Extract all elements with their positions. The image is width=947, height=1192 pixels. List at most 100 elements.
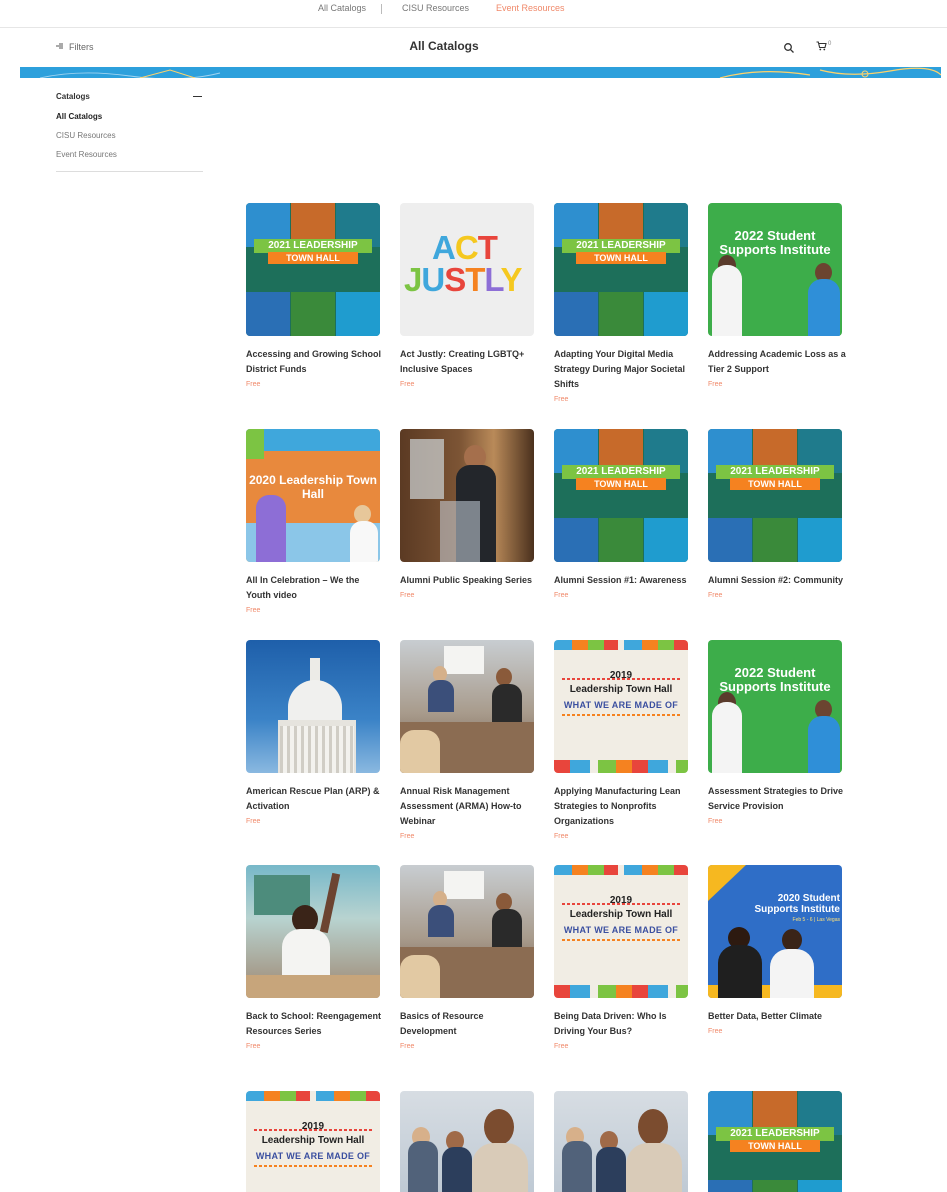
product-thumbnail: 2021 LEADERSHIP TOWN HALL bbox=[246, 203, 380, 336]
product-name[interactable]: Applying Manufacturing Lean Strategies t… bbox=[554, 784, 692, 829]
thumbnail-title-2: TOWN HALL bbox=[730, 1140, 820, 1152]
product-thumbnail bbox=[400, 640, 534, 773]
product-card[interactable]: 2019 Leadership Town Hall WHAT WE ARE MA… bbox=[554, 865, 694, 1050]
cart-icon bbox=[816, 41, 827, 54]
cart-button[interactable]: 0 bbox=[816, 41, 831, 54]
product-price: Free bbox=[400, 592, 415, 599]
product-name[interactable]: Alumni Session #2: Community bbox=[708, 573, 846, 588]
product-price: Free bbox=[400, 833, 415, 840]
catalog-header: Filters All Catalogs 0 bbox=[0, 28, 947, 67]
top-tab-cisu-resources[interactable]: CISU Resources bbox=[402, 3, 469, 13]
product-price: Free bbox=[708, 381, 723, 388]
product-name[interactable]: American Rescue Plan (ARP) & Activation bbox=[246, 784, 384, 814]
product-price: Free bbox=[708, 1028, 723, 1035]
sidebar-divider bbox=[56, 171, 203, 172]
product-card[interactable]: 2020 Student Supports Institute Feb 5 - … bbox=[708, 865, 848, 1035]
product-card[interactable]: 2021 LEADERSHIP TOWN HALL bbox=[708, 1091, 848, 1192]
product-card[interactable]: 2022 Student Supports Institute Assessme… bbox=[708, 640, 848, 825]
product-card[interactable]: ACT JUSTLY Act Justly: Creating LGBTQ+ I… bbox=[400, 203, 540, 388]
product-thumbnail: 2021 LEADERSHIP TOWN HALL bbox=[708, 429, 842, 562]
banner-doodles bbox=[39, 67, 941, 78]
product-card[interactable]: Back to School: Reengagement Resources S… bbox=[246, 865, 386, 1050]
product-price: Free bbox=[246, 381, 261, 388]
thumbnail-title: 2022 Student Supports Institute bbox=[719, 665, 831, 694]
product-name[interactable]: Adapting Your Digital Media Strategy Dur… bbox=[554, 347, 692, 392]
product-name[interactable]: Annual Risk Management Assessment (ARMA)… bbox=[400, 784, 538, 829]
product-name[interactable]: Being Data Driven: Who Is Driving Your B… bbox=[554, 1009, 692, 1039]
catalogs-accordion-header[interactable]: Catalogs bbox=[56, 92, 204, 101]
thumbnail-title-2: TOWN HALL bbox=[268, 252, 358, 264]
product-name[interactable]: Assessment Strategies to Drive Service P… bbox=[708, 784, 846, 814]
product-card[interactable]: Annual Risk Management Assessment (ARMA)… bbox=[400, 640, 540, 840]
thumbnail-subtitle: WHAT WE ARE MADE OF bbox=[563, 925, 679, 935]
product-thumbnail: 2019 Leadership Town Hall WHAT WE ARE MA… bbox=[554, 640, 688, 773]
search-icon[interactable] bbox=[783, 41, 795, 53]
thumbnail-word-act: ACT bbox=[432, 229, 498, 266]
sidebar-item-cisu-resources[interactable]: CISU Resources bbox=[56, 131, 204, 140]
product-price: Free bbox=[400, 381, 415, 388]
product-thumbnail: ACT JUSTLY bbox=[400, 203, 534, 336]
thumbnail-title-1: 2021 LEADERSHIP bbox=[562, 465, 680, 479]
product-thumbnail: 2020 Leadership Town Hall bbox=[246, 429, 380, 562]
product-thumbnail: 2021 LEADERSHIP TOWN HALL bbox=[554, 429, 688, 562]
product-card[interactable]: 2019 Leadership Town Hall WHAT WE ARE MA… bbox=[554, 640, 694, 840]
thumbnail-date: Feb 5 - 6 | Las Vegas bbox=[792, 917, 840, 923]
product-price: Free bbox=[554, 396, 569, 403]
product-card[interactable]: 2019 Leadership Town Hall WHAT WE ARE MA… bbox=[246, 1091, 386, 1192]
product-card[interactable]: Alumni Public Speaking Series Free bbox=[400, 429, 540, 599]
thumbnail-title: Leadership Town Hall bbox=[569, 909, 673, 920]
product-price: Free bbox=[246, 607, 261, 614]
product-card[interactable] bbox=[400, 1091, 540, 1192]
product-name[interactable]: All In Celebration – We the Youth video bbox=[246, 573, 384, 603]
product-name[interactable]: Alumni Public Speaking Series bbox=[400, 573, 538, 588]
top-tab-event-resources[interactable]: Event Resources bbox=[496, 3, 565, 13]
thumbnail-title: Leadership Town Hall bbox=[569, 684, 673, 695]
thumbnail-title-1: 2021 LEADERSHIP bbox=[254, 239, 372, 253]
thumbnail-title-2: TOWN HALL bbox=[730, 478, 820, 490]
page-title: All Catalogs bbox=[409, 39, 479, 53]
thumbnail-title-2: TOWN HALL bbox=[576, 252, 666, 264]
thumbnail-title: 2020 Student Supports Institute bbox=[754, 893, 840, 915]
product-name[interactable]: Basics of Resource Development bbox=[400, 1009, 538, 1039]
product-card[interactable]: 2021 LEADERSHIP TOWN HALL Alumni Session… bbox=[554, 429, 694, 599]
product-price: Free bbox=[400, 1043, 415, 1050]
product-card[interactable]: 2021 LEADERSHIP TOWN HALL Accessing and … bbox=[246, 203, 386, 388]
product-thumbnail: 2020 Student Supports Institute Feb 5 - … bbox=[708, 865, 842, 998]
top-tab-all-catalogs[interactable]: All Catalogs bbox=[318, 3, 366, 13]
sidebar-item-event-resources[interactable]: Event Resources bbox=[56, 150, 204, 159]
thumbnail-title-1: 2021 LEADERSHIP bbox=[562, 239, 680, 253]
product-thumbnail: 2022 Student Supports Institute bbox=[708, 640, 842, 773]
product-name[interactable]: Back to School: Reengagement Resources S… bbox=[246, 1009, 384, 1039]
catalogs-heading: Catalogs bbox=[56, 92, 90, 101]
product-name[interactable]: Act Justly: Creating LGBTQ+ Inclusive Sp… bbox=[400, 347, 538, 377]
product-thumbnail: 2019 Leadership Town Hall WHAT WE ARE MA… bbox=[554, 865, 688, 998]
product-name[interactable]: Alumni Session #1: Awareness bbox=[554, 573, 692, 588]
product-price: Free bbox=[246, 1043, 261, 1050]
product-thumbnail bbox=[554, 1091, 688, 1192]
product-name[interactable]: Accessing and Growing School District Fu… bbox=[246, 347, 384, 377]
product-card[interactable]: Basics of Resource Development Free bbox=[400, 865, 540, 1050]
sidebar-item-all-catalogs[interactable]: All Catalogs bbox=[56, 112, 204, 121]
top-tab-strip: All Catalogs CISU Resources Event Resour… bbox=[0, 0, 947, 28]
product-card[interactable]: 2020 Leadership Town Hall All In Celebra… bbox=[246, 429, 386, 614]
product-card[interactable] bbox=[554, 1091, 694, 1192]
product-card[interactable]: American Rescue Plan (ARP) & Activation … bbox=[246, 640, 386, 825]
product-price: Free bbox=[708, 818, 723, 825]
product-card[interactable]: 2021 LEADERSHIP TOWN HALL Adapting Your … bbox=[554, 203, 694, 403]
product-name[interactable]: Better Data, Better Climate bbox=[708, 1009, 846, 1024]
product-thumbnail bbox=[400, 1091, 534, 1192]
minus-icon[interactable] bbox=[193, 96, 202, 97]
product-name[interactable]: Addressing Academic Loss as a Tier 2 Sup… bbox=[708, 347, 846, 377]
tab-separator bbox=[381, 4, 382, 14]
product-price: Free bbox=[554, 1043, 569, 1050]
thumbnail-title: Leadership Town Hall bbox=[261, 1135, 365, 1146]
product-card[interactable]: 2022 Student Supports Institute Addressi… bbox=[708, 203, 848, 388]
thumbnail-title-1: 2021 LEADERSHIP bbox=[716, 1127, 834, 1141]
product-price: Free bbox=[708, 592, 723, 599]
product-price: Free bbox=[554, 833, 569, 840]
cart-count: 0 bbox=[828, 41, 832, 47]
thumbnail-title-2: TOWN HALL bbox=[576, 478, 666, 490]
thumbnail-subtitle: WHAT WE ARE MADE OF bbox=[255, 1151, 371, 1161]
product-thumbnail: 2021 LEADERSHIP TOWN HALL bbox=[554, 203, 688, 336]
product-card[interactable]: 2021 LEADERSHIP TOWN HALL Alumni Session… bbox=[708, 429, 848, 599]
